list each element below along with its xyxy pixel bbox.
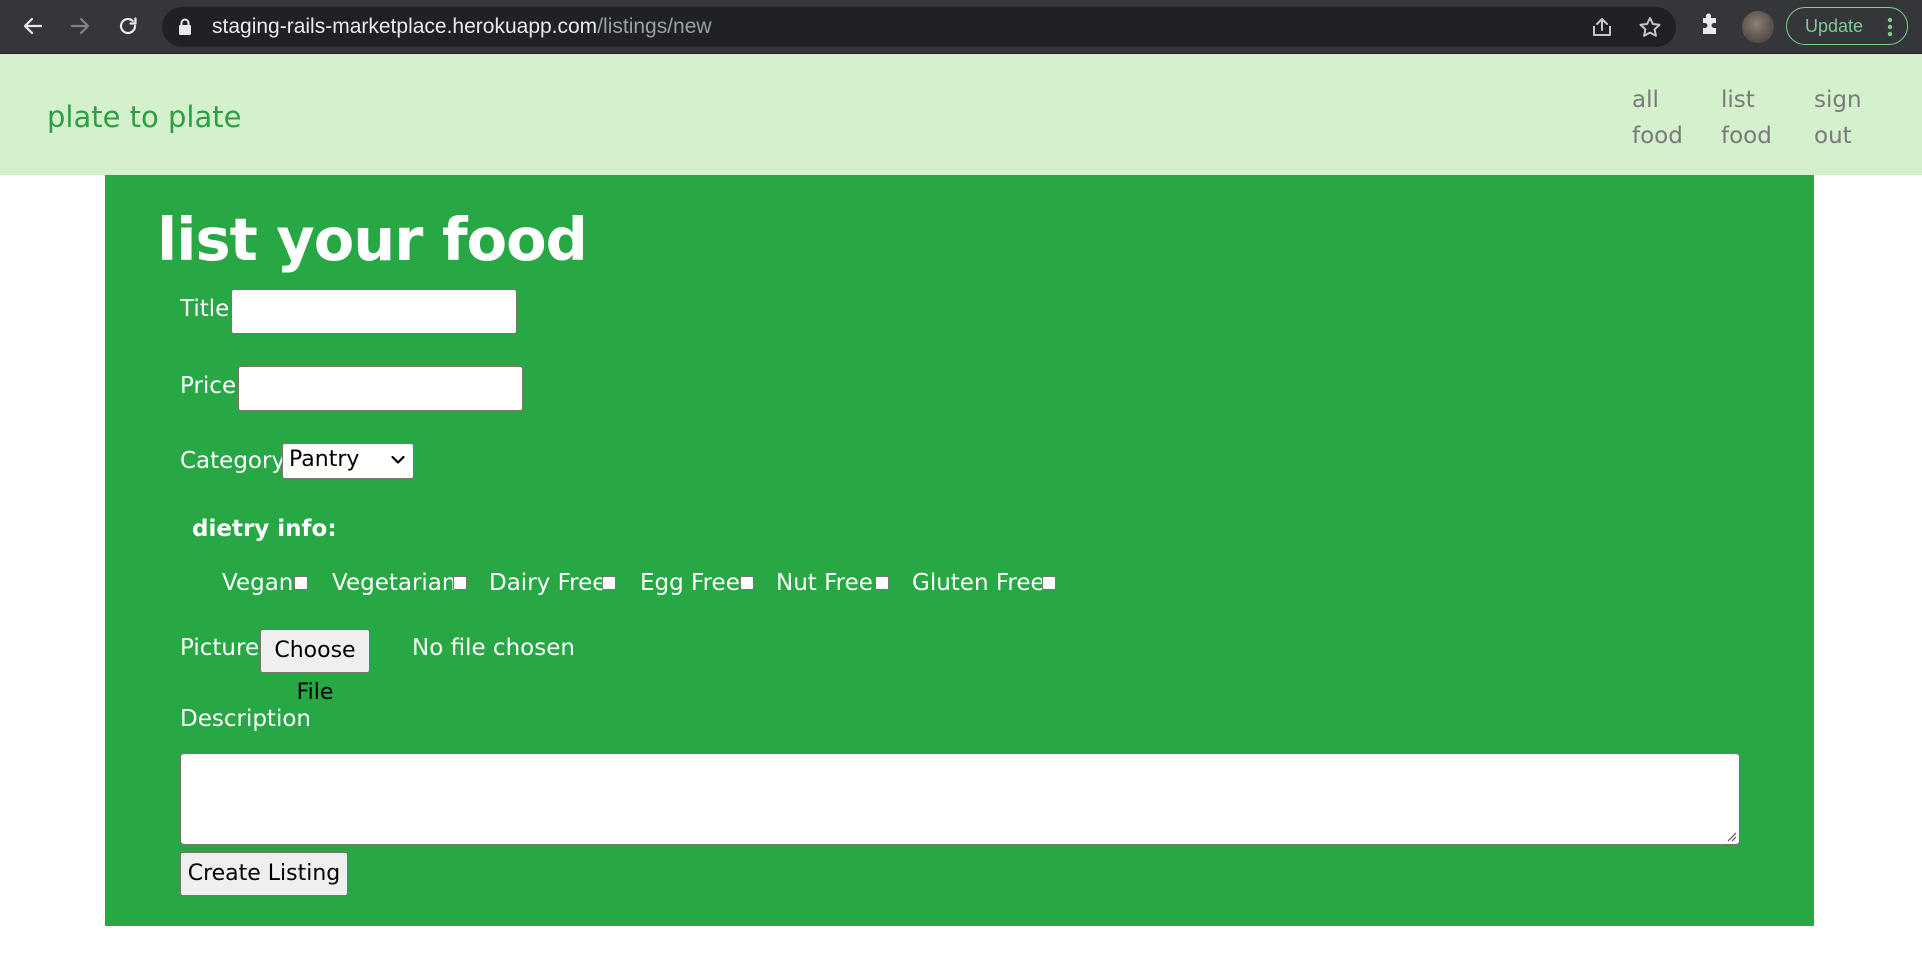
update-label: Update (1805, 16, 1864, 36)
address-bar[interactable]: staging-rails-marketplace.herokuapp.com/… (162, 7, 1676, 47)
forward-button[interactable] (63, 9, 97, 43)
dietary-checkbox-dairy-free[interactable] (602, 576, 616, 590)
dietary-checkbox-gluten-free[interactable] (1042, 576, 1056, 590)
title-label: Title (180, 296, 230, 322)
choose-file-button[interactable]: Choose File (260, 629, 370, 705)
kebab-menu-icon (1887, 17, 1893, 37)
dietary-checkbox-nut-free[interactable] (875, 576, 889, 590)
nav-list-food-line2: food (1721, 123, 1772, 149)
extensions-puzzle-icon[interactable] (1697, 12, 1723, 38)
create-listing-button[interactable]: Create Listing (180, 852, 348, 896)
nav-list-food[interactable]: list food (1721, 82, 1772, 154)
category-label: Category (180, 448, 286, 474)
url-text: staging-rails-marketplace.herokuapp.com/… (212, 7, 712, 47)
nav-sign-out-line2: out (1814, 123, 1852, 149)
dietary-checkbox-vegetarian[interactable] (453, 576, 467, 590)
chevron-down-icon (391, 455, 405, 464)
dietary-checkbox-egg-free[interactable] (740, 576, 754, 590)
back-button[interactable] (16, 9, 50, 43)
bookmark-star-icon[interactable] (1638, 16, 1662, 38)
update-button[interactable]: Update (1786, 7, 1908, 45)
nav-list-food-line1: list (1721, 87, 1755, 113)
description-label: Description (180, 706, 311, 732)
description-textarea[interactable] (180, 753, 1740, 845)
price-label: Price (180, 373, 237, 399)
url-host: staging-rails-marketplace.herokuapp.com (212, 15, 598, 38)
dietary-label-vegetarian: Vegetarian (332, 570, 457, 596)
dietary-label-vegan: Vegan (222, 570, 294, 596)
lock-icon (179, 18, 191, 35)
listing-form-panel: list your food Title Price Category Pant… (105, 175, 1814, 926)
dietary-info-heading: dietry info: (192, 516, 337, 542)
dietary-label-gluten-free: Gluten Free (912, 570, 1045, 596)
title-input[interactable] (231, 289, 517, 334)
dietary-label-nut-free: Nut Free (776, 570, 873, 596)
browser-toolbar: staging-rails-marketplace.herokuapp.com/… (0, 0, 1922, 54)
resize-grip-icon[interactable] (1725, 830, 1737, 842)
brand-link[interactable]: plate to plate (47, 100, 241, 134)
nav-all-food-line1: all (1632, 87, 1659, 113)
category-select[interactable]: Pantry (282, 443, 414, 479)
picture-label: Picture (180, 635, 260, 661)
nav-all-food[interactable]: all food (1632, 82, 1683, 154)
back-arrow-icon (23, 17, 43, 35)
site-header: plate to plate all food list food sign o… (0, 54, 1922, 175)
reload-icon (119, 17, 137, 35)
url-path: /listings/new (597, 15, 712, 38)
category-selected-value: Pantry (289, 447, 360, 472)
price-input[interactable] (238, 366, 523, 411)
page-title: list your food (157, 205, 588, 274)
reload-button[interactable] (111, 9, 145, 43)
dietary-checkbox-vegan[interactable] (294, 576, 308, 590)
file-status-text: No file chosen (412, 635, 575, 661)
nav-all-food-line2: food (1632, 123, 1683, 149)
dietary-label-dairy-free: Dairy Free (489, 570, 607, 596)
forward-arrow-icon (70, 17, 90, 35)
nav-sign-out[interactable]: sign out (1814, 82, 1862, 154)
share-icon[interactable] (1590, 16, 1614, 38)
profile-avatar[interactable] (1742, 11, 1774, 43)
nav-sign-out-line1: sign (1814, 87, 1862, 113)
dietary-label-egg-free: Egg Free (640, 570, 740, 596)
